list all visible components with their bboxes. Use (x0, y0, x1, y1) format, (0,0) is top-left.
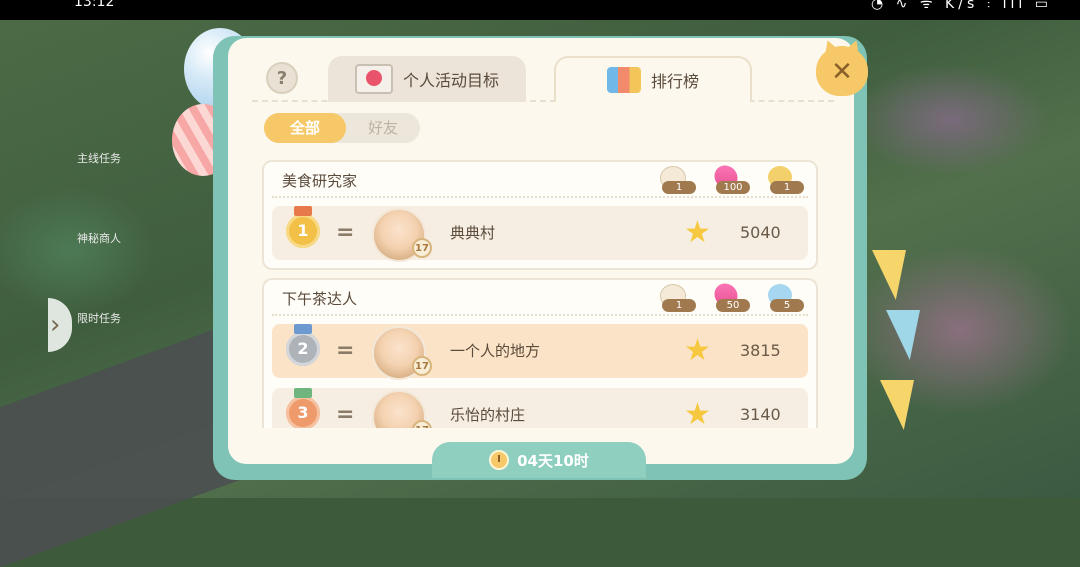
reward-item[interactable]: 1 (656, 166, 696, 194)
ranking-row[interactable]: 1 = 17 典典村 ★ 5040 (272, 206, 808, 262)
reward-item[interactable]: 1 (656, 284, 696, 312)
ranking-list[interactable]: 美食研究家 1 100 1 1 = 17 典典村 ★ 5040 下午茶达人 1 … (262, 160, 818, 428)
gold-medal-icon: 1 (286, 206, 320, 248)
group-rewards: 1 50 5 (656, 278, 804, 312)
filter-toggle: 全部 好友 (264, 113, 420, 143)
dotted-divider (272, 196, 808, 198)
left-menu-item-main[interactable]: 主线任务 (64, 150, 134, 166)
player-name: 典典村 (450, 224, 496, 242)
tab-personal-goals[interactable]: 个人活动目标 (328, 56, 526, 102)
status-icons: ◔ ∿ ᯤ K/s ⫶ ıll ▭ (870, 0, 1052, 12)
level-badge: 17 (412, 356, 432, 376)
countdown-timer: 04天10时 (432, 442, 646, 478)
reward-count: 1 (662, 181, 696, 194)
star-icon: ★ (684, 333, 711, 368)
reward-count: 1 (770, 181, 804, 194)
player-score: 3140 (740, 405, 781, 424)
reward-item[interactable]: 5 (764, 284, 804, 312)
status-time: 13:12 (74, 0, 115, 10)
tab-leaderboard[interactable]: 排行榜 (554, 56, 752, 102)
close-button[interactable]: ✕ (816, 46, 868, 96)
filter-friends-button[interactable]: 好友 (342, 113, 424, 143)
ranking-cards-icon (606, 67, 641, 93)
ranking-group: 美食研究家 1 100 1 1 = 17 典典村 ★ 5040 (262, 160, 818, 270)
bronze-medal-icon: 3 (286, 388, 320, 428)
clock-icon (489, 450, 510, 470)
level-badge: 17 (412, 420, 432, 428)
reward-item[interactable]: 100 (709, 160, 750, 194)
reward-count: 1 (662, 299, 696, 312)
group-title: 美食研究家 (282, 172, 358, 190)
reward-item[interactable]: 1 (764, 166, 804, 194)
tab-personal-goals-label: 个人活动目标 (402, 71, 499, 90)
filter-all-button[interactable]: 全部 (264, 113, 346, 143)
star-icon: ★ (684, 397, 711, 429)
rank-unchanged-icon: = (336, 338, 355, 363)
group-rewards: 1 100 1 (656, 160, 804, 194)
strawberry-card-icon (354, 64, 393, 94)
level-badge: 17 (412, 238, 432, 258)
ranking-group: 下午茶达人 1 50 5 2 = 17 一个人的地方 ★ 3815 3 = 乐怡… (262, 278, 818, 428)
player-score: 3815 (740, 341, 781, 360)
reward-count: 50 (716, 299, 750, 312)
ranking-row[interactable]: 2 = 17 一个人的地方 ★ 3815 (272, 324, 808, 380)
reward-item[interactable]: 50 (709, 278, 750, 312)
rank-unchanged-icon: = (336, 220, 355, 245)
player-score: 5040 (740, 223, 781, 242)
left-menu-item-merchant[interactable]: 神秘商人 (64, 230, 134, 246)
left-menu-item-limited[interactable]: 限时任务 (64, 310, 134, 326)
status-bar: 13:12 ◔ ∿ ᯤ K/s ⫶ ıll ▭ (0, 0, 1080, 20)
reward-count: 5 (770, 299, 804, 312)
star-icon: ★ (684, 215, 711, 250)
group-title: 下午茶达人 (282, 290, 358, 308)
rank-unchanged-icon: = (336, 402, 355, 427)
silver-medal-icon: 2 (286, 324, 320, 366)
countdown-label: 04天10时 (517, 451, 589, 470)
dotted-divider (272, 314, 808, 316)
player-name: 乐怡的村庄 (450, 406, 526, 424)
close-icon: ✕ (831, 57, 853, 87)
reward-count: 100 (716, 181, 750, 194)
help-button[interactable]: ? (266, 62, 298, 94)
ranking-row[interactable]: 3 = 17 乐怡的村庄 ★ 3140 (272, 388, 808, 428)
tab-leaderboard-label: 排行榜 (650, 72, 699, 91)
player-name: 一个人的地方 (450, 342, 541, 360)
